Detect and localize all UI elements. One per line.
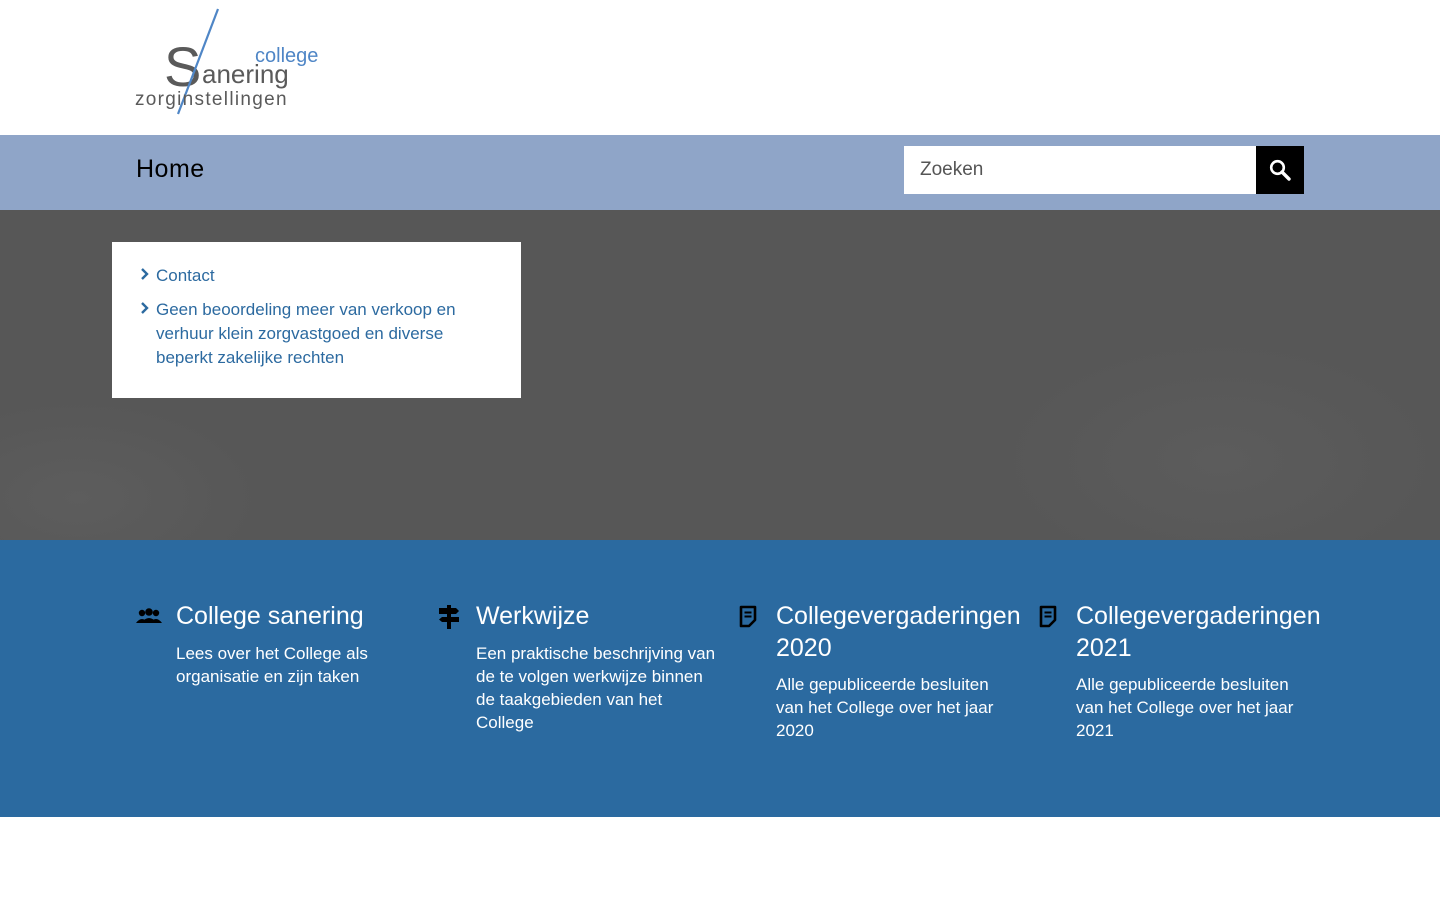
news-item-contact[interactable]: Contact [136,264,497,288]
feature-title[interactable]: Collegevergaderingen 2020 [776,600,1046,664]
site-header: S college anering zorginstellingen [0,0,1440,135]
nav-home-link[interactable]: Home [136,155,205,184]
news-item-label: Geen beoordeling meer van verkoop en ver… [156,300,456,367]
search-button[interactable] [1256,146,1304,194]
chevron-right-icon [141,268,149,280]
logo-sanering: anering [202,59,289,89]
document-icon [739,605,757,628]
signpost-icon [439,605,459,629]
features-section: College sanering Lees over het College a… [0,540,1440,817]
news-item-label: Contact [156,266,215,285]
news-item-geen-beoordeling[interactable]: Geen beoordeling meer van verkoop en ver… [136,298,497,370]
nav-bar: Home [0,135,1440,210]
document-icon [1039,605,1057,628]
hero-banner: Contact Geen beoordeling meer van verkoo… [0,210,1440,540]
feature-title[interactable]: Collegevergaderingen 2021 [1076,600,1346,664]
hero-background-shape [1000,340,1440,540]
feature-description: Alle gepubliceerde besluiten van het Col… [1076,675,1294,740]
logo-graphic: S college anering zorginstellingen [135,8,318,115]
users-icon [136,608,162,623]
search-input[interactable] [904,146,1256,194]
hero-background-shape [0,400,260,540]
search-icon [1269,159,1291,181]
feature-title[interactable]: College sanering [176,600,426,632]
feature-title[interactable]: Werkwijze [476,600,726,632]
site-logo[interactable]: S college anering zorginstellingen [134,6,329,118]
logo-zorginstellingen: zorginstellingen [135,89,288,110]
feature-description: Alle gepubliceerde besluiten van het Col… [776,675,994,740]
feature-description: Een praktische beschrijving van de te vo… [476,644,716,732]
feature-description: Lees over het College als organisatie en… [176,644,368,686]
chevron-right-icon [141,302,149,314]
news-card: Contact Geen beoordeling meer van verkoo… [112,242,521,398]
